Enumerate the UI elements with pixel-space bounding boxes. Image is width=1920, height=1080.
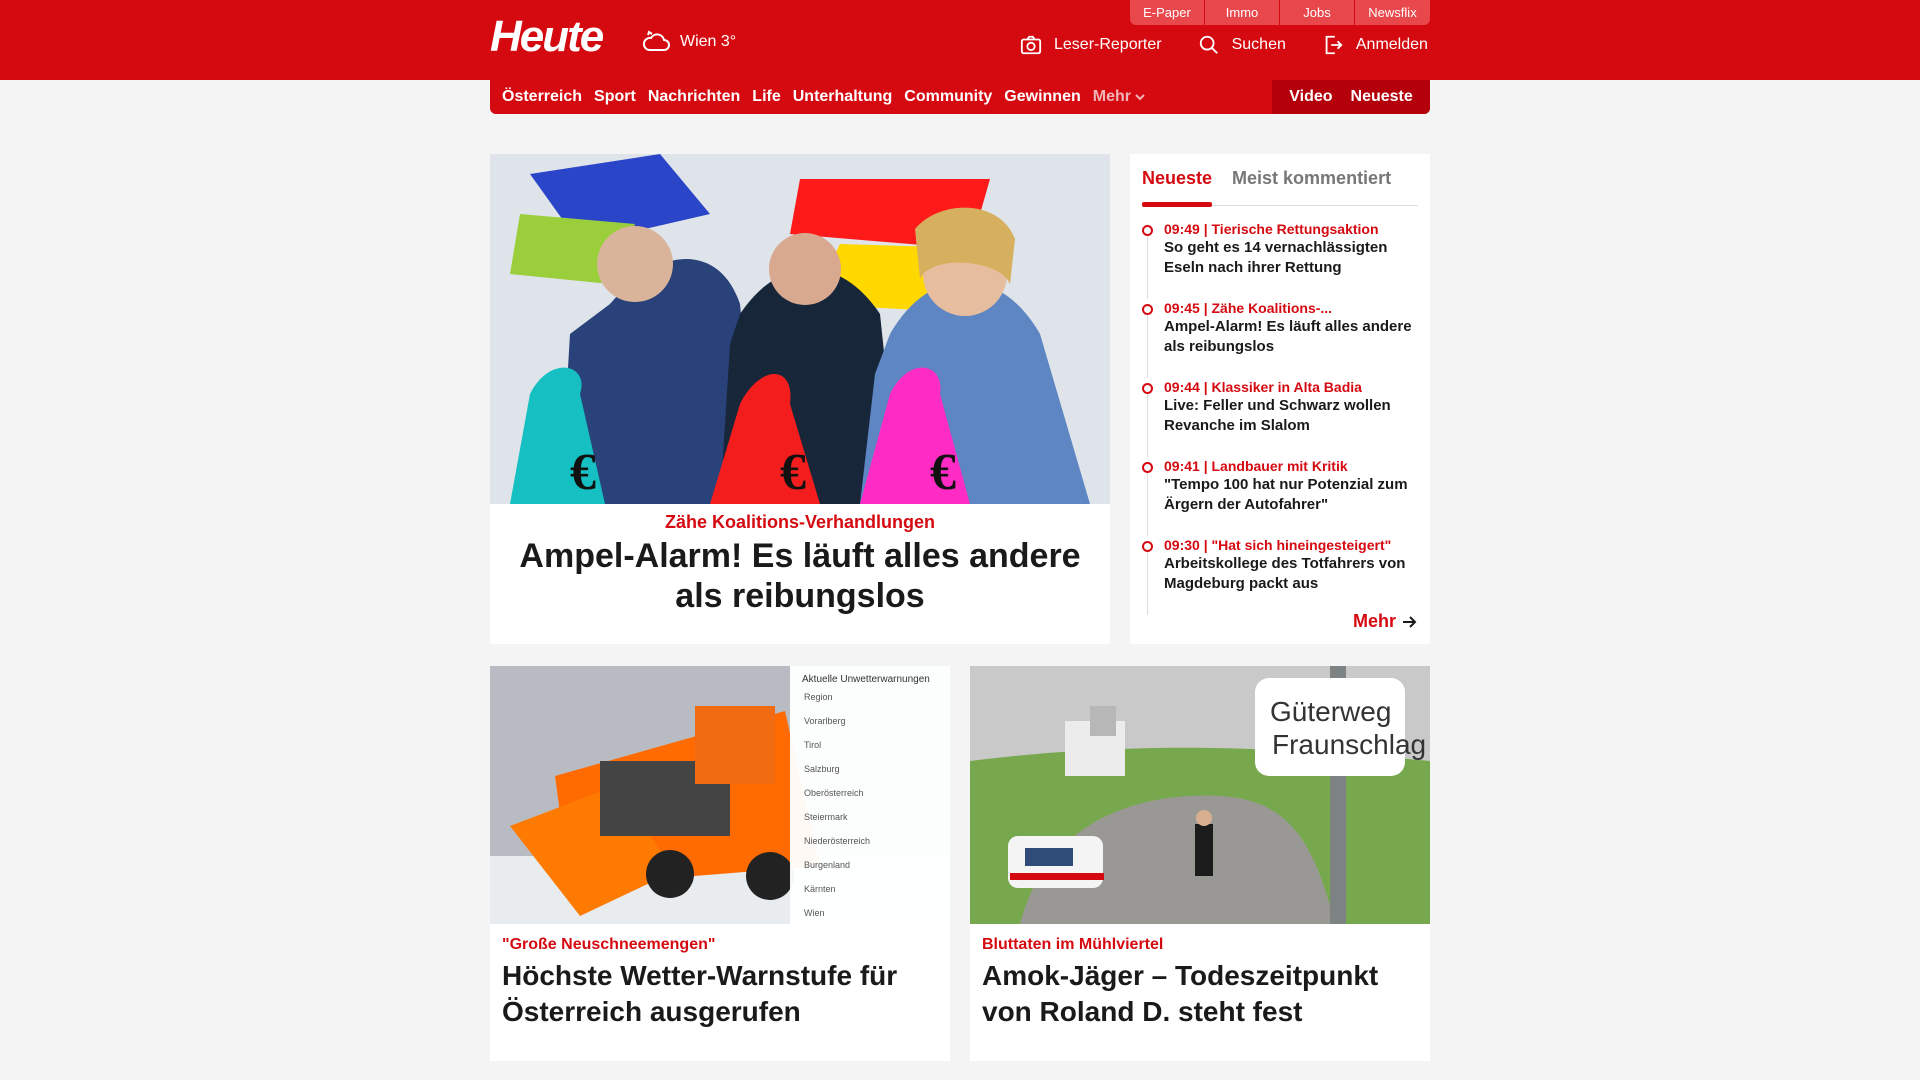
warning-table-title: Aktuelle Unwetterwarnungen xyxy=(802,674,930,685)
warning-table-row: Vorarlberg xyxy=(804,716,846,726)
ticker-meta: 09:30 | "Hat sich hineingesteigert" xyxy=(1164,537,1392,553)
article-card-police[interactable]: Güterweg Fraunschlag Bluttaten im Mühlvi… xyxy=(970,666,1430,1061)
ticker-title[interactable]: Arbeitskollege des Totfahrers von Magdeb… xyxy=(1164,554,1418,594)
warning-table-row: Oberösterreich xyxy=(804,788,864,798)
warning-table-row: Steiermark xyxy=(804,812,848,822)
nav-item-nachrichten[interactable]: Nachrichten xyxy=(648,88,740,106)
warning-table-row: Wien xyxy=(804,908,825,918)
ticker-title[interactable]: Live: Feller und Schwarz wollen Revanche… xyxy=(1164,396,1418,436)
card-headline[interactable]: Amok-Jäger – Todeszeitpunkt von Roland D… xyxy=(982,958,1412,1030)
leser-reporter-label: Leser-Reporter xyxy=(1054,36,1162,53)
utility-link-jobs[interactable]: Jobs xyxy=(1280,0,1355,25)
sidebar-tabs: Neueste Meist kommentiert xyxy=(1142,162,1418,207)
warning-table-row: Region xyxy=(804,692,833,702)
nav-item-community[interactable]: Community xyxy=(904,88,992,106)
news-sidebar: Neueste Meist kommentiert 09:49 | Tieris… xyxy=(1130,154,1430,644)
nav-item-sport[interactable]: Sport xyxy=(594,88,636,106)
ticker-item[interactable]: 09:30 | "Hat sich hineingesteigert" Arbei… xyxy=(1142,536,1418,615)
timeline-line xyxy=(1147,473,1148,536)
ticker-item[interactable]: 09:45 | Zähe Koalitions-... Ampel-Alarm! … xyxy=(1142,299,1418,378)
sign-text-line-2: Fraunschlag xyxy=(1272,729,1426,760)
ticker-meta: 09:44 | Klassiker in Alta Badia xyxy=(1164,379,1362,395)
hero-kicker: Zähe Koalitions-Verhandlungen xyxy=(664,512,936,532)
warning-table-row: Burgenland xyxy=(804,860,850,870)
tab-neueste[interactable]: Neueste xyxy=(1142,162,1213,207)
tab-meist-kommentiert[interactable]: Meist kommentiert xyxy=(1232,162,1391,206)
warning-table-row: Niederösterreich xyxy=(804,836,870,846)
timeline-dot-icon xyxy=(1142,304,1153,315)
card-kicker: "Große Neuschneemengen" xyxy=(502,936,716,953)
timeline-line xyxy=(1147,552,1148,615)
nav-right-section: Video Neueste xyxy=(1272,80,1430,114)
nav-item-neueste[interactable]: Neueste xyxy=(1351,88,1413,106)
ticker-title[interactable]: Ampel-Alarm! Es läuft alles andere als r… xyxy=(1164,317,1418,357)
nav-more-label: Mehr xyxy=(1092,88,1131,105)
svg-text:€: € xyxy=(930,444,956,501)
sign-text-line-1: Güterweg xyxy=(1270,696,1391,727)
card-headline[interactable]: Höchste Wetter-Warnstufe für Österreich … xyxy=(502,958,932,1030)
search-icon xyxy=(1199,35,1218,54)
search-button[interactable]: Suchen xyxy=(1198,34,1286,56)
timeline-line xyxy=(1147,394,1148,457)
ticker-meta: 09:45 | Zähe Koalitions-... xyxy=(1164,300,1333,316)
hero-image: € € € xyxy=(490,154,1110,504)
card-kicker: Bluttaten im Mühlviertel xyxy=(982,936,1164,953)
timeline-dot-icon xyxy=(1142,225,1153,236)
utility-nav: E-Paper Immo Jobs Newsflix xyxy=(1130,0,1430,25)
warning-table-row: Tirol xyxy=(804,740,821,750)
header-actions: Leser-Reporter Suchen Anmelden xyxy=(1020,34,1428,56)
warning-table-row: Kärnten xyxy=(804,884,836,894)
arrow-right-icon xyxy=(1403,615,1417,628)
sidebar-more-link[interactable]: Mehr xyxy=(1353,611,1418,632)
login-label: Anmelden xyxy=(1355,36,1428,53)
ticker-item[interactable]: 09:44 | Klassiker in Alta Badia Live: Fel… xyxy=(1142,378,1418,457)
nav-item-gewinnen[interactable]: Gewinnen xyxy=(1004,88,1080,106)
utility-link-epaper[interactable]: E-Paper xyxy=(1130,0,1205,25)
ticker-item[interactable]: 09:49 | Tierische Rettungsaktion So geht … xyxy=(1142,220,1418,299)
login-button[interactable]: Anmelden xyxy=(1322,34,1428,56)
sidebar-more-label: Mehr xyxy=(1352,611,1396,631)
nav-more-dropdown[interactable]: Mehr xyxy=(1093,88,1145,106)
leser-reporter-button[interactable]: Leser-Reporter xyxy=(1020,34,1162,56)
police-scene-image: Güterweg Fraunschlag xyxy=(970,666,1430,924)
weather-cloud-icon xyxy=(642,30,670,51)
article-card-weather[interactable]: Aktuelle Unwetterwarnungen Region Vorarl… xyxy=(490,666,950,1061)
main-nav: Österreich Sport Nachrichten Life Unterh… xyxy=(490,80,1430,114)
news-ticker-list: 09:49 | Tierische Rettungsaktion So geht … xyxy=(1142,206,1418,615)
timeline-dot-icon xyxy=(1142,462,1153,473)
timeline-dot-icon xyxy=(1142,383,1153,394)
nav-item-video[interactable]: Video xyxy=(1289,88,1332,106)
hero-headline[interactable]: Ampel-Alarm! Es läuft alles andere als r… xyxy=(490,536,1110,616)
timeline-line xyxy=(1147,315,1148,378)
nav-item-life[interactable]: Life xyxy=(752,88,780,106)
ticker-meta: 09:49 | Tierische Rettungsaktion xyxy=(1164,221,1379,237)
hero-article-card[interactable]: € € € Zähe Koalitions-Verhandlungen Ampe… xyxy=(490,154,1110,644)
site-header xyxy=(0,0,1920,80)
nav-item-oesterreich[interactable]: Österreich xyxy=(502,88,582,106)
weather-widget[interactable]: Wien 3° xyxy=(640,28,736,56)
svg-text:€: € xyxy=(570,444,596,501)
heute-logo[interactable]: Heute xyxy=(490,12,604,62)
nav-item-unterhaltung[interactable]: Unterhaltung xyxy=(793,88,893,106)
snowplow-image: Aktuelle Unwetterwarnungen Region Vorarl… xyxy=(490,666,950,924)
ticker-title[interactable]: So geht es 14 vernachlässigten Eseln nac… xyxy=(1164,238,1418,278)
svg-text:€: € xyxy=(780,444,806,501)
login-icon xyxy=(1325,35,1343,55)
timeline-line xyxy=(1147,236,1148,299)
ticker-meta: 09:41 | Landbauer mit Kritik xyxy=(1164,458,1348,474)
camera-icon xyxy=(1020,35,1042,55)
ticker-item[interactable]: 09:41 | Landbauer mit Kritik "Tempo 100 h… xyxy=(1142,457,1418,536)
chevron-down-icon xyxy=(1135,94,1145,101)
utility-link-newsflix[interactable]: Newsflix xyxy=(1355,0,1430,25)
utility-link-immo[interactable]: Immo xyxy=(1205,0,1280,25)
timeline-dot-icon xyxy=(1142,541,1153,552)
warning-table-row: Salzburg xyxy=(804,764,840,774)
ticker-title[interactable]: "Tempo 100 hat nur Potenzial zum Ärgern … xyxy=(1164,475,1418,515)
search-label: Suchen xyxy=(1231,36,1286,53)
weather-label: Wien 3° xyxy=(680,33,737,50)
